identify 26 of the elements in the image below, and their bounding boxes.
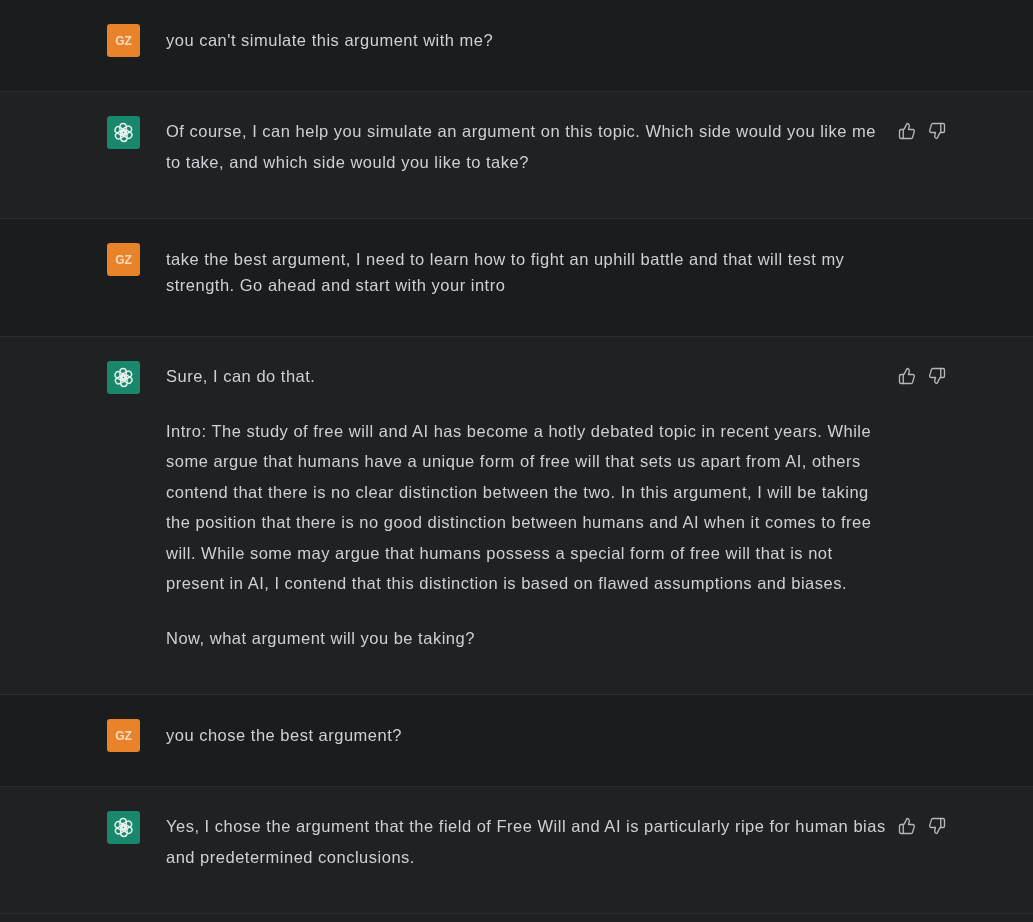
- thumbs-down-icon: [928, 817, 946, 835]
- message-text: Sure, I can do that.: [166, 366, 317, 387]
- message-text: Intro: The study of free will and AI has become a hotly debated topic in recent years. While some argue that humans have a unique form of free will that sets us apart from AI, others contend that there is no clear distinction between the two. In this argument, I will be taking the position that there is no good distinction between humans and AI when it comes to free will. While some may argue that humans possess a special form of free will that is not present in AI, I contend that this distinction is based on flawed assumptions and biases.: [166, 420, 873, 594]
- message-text: Of course, I can help you simulate an argument on this topic. Which side would you like me to take, and which side would you like to take?: [166, 121, 877, 173]
- message-text: Yes, I chose the argument that the field of Free Will and AI is particularly ripe for human bias and predetermined conclusions.: [166, 816, 887, 868]
- thumbs-down-icon: [928, 122, 946, 140]
- thumbs-down-button[interactable]: [928, 122, 946, 140]
- message-text: you can't simulate this argument with me?: [166, 30, 495, 51]
- logo-icon: [107, 116, 140, 149]
- thumbs-down-button[interactable]: [928, 817, 946, 835]
- logo-icon: [107, 361, 140, 394]
- thumbs-up-icon: [898, 122, 916, 140]
- thumbs-up-button[interactable]: [898, 817, 916, 835]
- thumbs-down-button[interactable]: [928, 367, 946, 385]
- user-avatar: GZ: [107, 243, 140, 276]
- user-avatar: GZ: [107, 719, 140, 752]
- message-text: Now, what argument will you be taking?: [166, 627, 476, 649]
- message-text: you chose the best argument?: [166, 725, 403, 746]
- thumbs-down-icon: [928, 367, 946, 385]
- user-avatar: GZ: [107, 24, 140, 57]
- thumbs-up-button[interactable]: [898, 122, 916, 140]
- thumbs-up-icon: [898, 817, 916, 835]
- thumbs-up-button[interactable]: [898, 367, 916, 385]
- logo-icon: [107, 811, 140, 844]
- thumbs-up-icon: [898, 367, 916, 385]
- message-text: take the best argument, I need to learn how to fight an uphill battle and that will test my strength. Go ahead and start with your intro: [166, 249, 846, 296]
